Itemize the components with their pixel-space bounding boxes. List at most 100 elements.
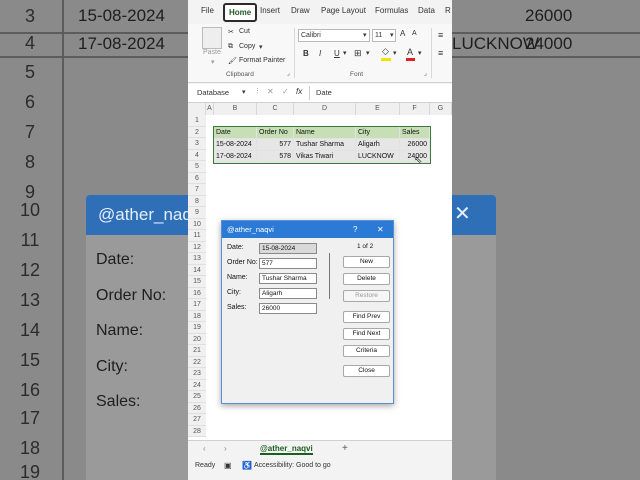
data-cell[interactable]: 577	[257, 139, 294, 151]
chevron-down-icon[interactable]: ▾	[343, 49, 347, 57]
row-header[interactable]: 21	[188, 345, 206, 357]
row-header[interactable]: 18	[188, 310, 206, 322]
chevron-down-icon[interactable]: ▾	[393, 49, 397, 57]
close-button[interactable]: Close	[343, 365, 390, 377]
fill-color-icon[interactable]: ◇	[382, 46, 389, 57]
criteria-button[interactable]: Criteria	[343, 345, 390, 357]
new-button[interactable]: New	[343, 256, 390, 268]
check-icon[interactable]: ✓	[282, 87, 289, 96]
row-header[interactable]: 15	[188, 276, 206, 288]
column-header[interactable]: C	[257, 103, 294, 115]
tab-page-layout[interactable]: Page Layout	[321, 6, 366, 15]
underline-button[interactable]: U	[334, 49, 340, 58]
data-cell[interactable]: LUCKNOW	[356, 151, 400, 163]
header-cell[interactable]: Name	[294, 127, 356, 139]
italic-button[interactable]: I	[319, 49, 321, 58]
close-icon[interactable]: ✕	[377, 221, 384, 238]
align-icon[interactable]: ≡	[438, 48, 443, 58]
accessibility-icon[interactable]: ♿	[242, 461, 252, 470]
accessibility-status[interactable]: Accessibility: Good to go	[254, 462, 331, 469]
chevron-down-icon[interactable]: ▾	[211, 58, 215, 66]
row-header[interactable]: 7	[188, 184, 206, 196]
row-header[interactable]: 4	[188, 149, 206, 161]
borders-icon[interactable]: ⊞	[354, 48, 362, 59]
font-color-icon[interactable]: A	[407, 47, 413, 57]
cut-button[interactable]: Cut	[239, 28, 250, 35]
order-no-field[interactable]: 577	[259, 258, 317, 269]
tab-draw[interactable]: Draw	[291, 6, 310, 15]
chevron-down-icon[interactable]: ▾	[259, 43, 263, 51]
column-header[interactable]: E	[356, 103, 400, 115]
row-header[interactable]: 20	[188, 333, 206, 345]
bold-button[interactable]: B	[303, 49, 309, 58]
chevron-down-icon[interactable]: ▾	[366, 49, 370, 57]
row-header[interactable]: 8	[188, 195, 206, 207]
sales-field[interactable]: 26000	[259, 303, 317, 314]
tab-home[interactable]: Home	[223, 3, 258, 22]
insert-function-button[interactable]: fx	[296, 87, 302, 96]
header-cell[interactable]: City	[356, 127, 400, 139]
record-scrollbar[interactable]	[329, 253, 330, 299]
row-header[interactable]: 13	[188, 253, 206, 265]
row-header[interactable]: 5	[188, 161, 206, 173]
row-header[interactable]: 9	[188, 207, 206, 219]
tab-review[interactable]: R	[445, 6, 451, 15]
grow-font-button[interactable]: A	[400, 29, 405, 38]
row-header[interactable]: 22	[188, 356, 206, 368]
column-header[interactable]: A	[206, 103, 214, 115]
data-cell[interactable]: Tushar Sharma	[294, 139, 356, 151]
name-box[interactable]: Database	[197, 88, 229, 97]
next-sheet-icon[interactable]: ›	[224, 444, 227, 453]
date-field[interactable]: 15-08-2024	[259, 243, 317, 254]
chevron-down-icon[interactable]: ▾	[418, 49, 422, 57]
header-cell[interactable]: Order No	[257, 127, 294, 139]
column-header[interactable]: D	[294, 103, 356, 115]
tab-file[interactable]: File	[201, 6, 214, 15]
chevron-down-icon[interactable]: ▾	[363, 31, 367, 39]
tab-formulas[interactable]: Formulas	[375, 6, 408, 15]
data-cell[interactable]: 26000	[400, 139, 430, 151]
macro-icon[interactable]: ▣	[224, 461, 232, 470]
clipboard-icon[interactable]	[202, 27, 222, 49]
column-header[interactable]: G	[430, 103, 452, 115]
row-header[interactable]: 12	[188, 241, 206, 253]
row-header[interactable]: 28	[188, 425, 206, 437]
row-header[interactable]: 14	[188, 264, 206, 276]
row-header[interactable]: 1	[188, 115, 206, 127]
add-sheet-button[interactable]: +	[342, 443, 348, 454]
header-cell[interactable]: Date	[214, 127, 257, 139]
row-header[interactable]: 17	[188, 299, 206, 311]
dialog-launcher-icon[interactable]: ⌟	[287, 70, 290, 77]
shrink-font-button[interactable]: A	[412, 30, 417, 37]
data-cell[interactable]: Aligarh	[356, 139, 400, 151]
chevron-down-icon[interactable]: ▾	[242, 88, 246, 96]
formula-input[interactable]: Date	[316, 88, 332, 97]
data-cell[interactable]: 17-08-2024	[214, 151, 257, 163]
paste-button[interactable]: Paste	[203, 49, 221, 56]
delete-button[interactable]: Delete	[343, 273, 390, 285]
chevron-down-icon[interactable]: ▾	[390, 31, 394, 39]
help-button[interactable]: ?	[353, 221, 357, 238]
header-cell[interactable]: Sales	[400, 127, 430, 139]
row-header[interactable]: 27	[188, 414, 206, 426]
font-name-select[interactable]: Calibri	[298, 29, 370, 42]
column-header[interactable]: F	[400, 103, 430, 115]
row-header[interactable]: 23	[188, 368, 206, 380]
align-icon[interactable]: ≡	[438, 30, 443, 40]
row-header[interactable]: 11	[188, 230, 206, 242]
select-all-corner[interactable]	[188, 103, 206, 115]
data-cell[interactable]: 578	[257, 151, 294, 163]
sheet-tab[interactable]: @ather_naqvi	[260, 444, 313, 455]
dialog-launcher-icon[interactable]: ⌟	[424, 70, 427, 77]
row-header[interactable]: 25	[188, 391, 206, 403]
data-cell[interactable]: Vikas Tiwari	[294, 151, 356, 163]
restore-button[interactable]: Restore	[343, 290, 390, 302]
name-field[interactable]: Tushar Sharma	[259, 273, 317, 284]
row-header[interactable]: 2	[188, 126, 206, 138]
format-painter-button[interactable]: Format Painter	[239, 57, 285, 64]
city-field[interactable]: Aligarh	[259, 288, 317, 299]
row-header[interactable]: 10	[188, 218, 206, 230]
find-next-button[interactable]: Find Next	[343, 328, 390, 340]
prev-sheet-icon[interactable]: ‹	[203, 444, 206, 453]
tab-insert[interactable]: Insert	[260, 6, 280, 15]
